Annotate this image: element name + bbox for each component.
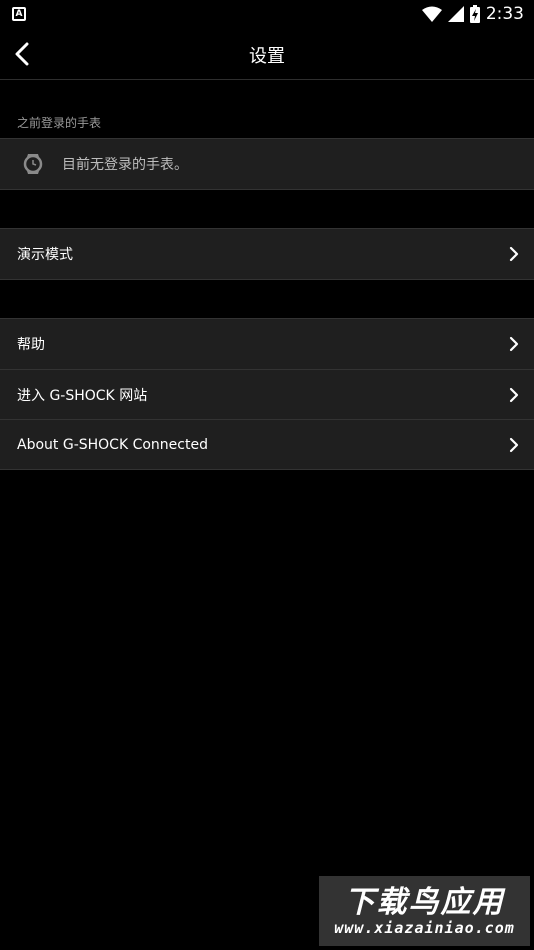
menu-item-gshock-website[interactable]: 进入 G-SHOCK 网站 — [0, 369, 534, 419]
page-title: 设置 — [249, 46, 285, 67]
notification-icon: A — [12, 7, 26, 21]
settings-screen: A 2:33 设置 之前登录的手表 目前无登录的手表。 演示模式 帮助 进入 G… — [0, 0, 534, 950]
menu-item-about[interactable]: About G-SHOCK Connected — [0, 419, 534, 469]
watermark-title: 下载鸟应用 — [344, 884, 505, 920]
battery-charging-icon — [469, 5, 480, 23]
status-right: 2:33 — [421, 4, 524, 24]
registered-watches-label: 之前登录的手表 — [17, 116, 102, 130]
chevron-right-icon — [509, 387, 519, 403]
signal-icon — [447, 6, 464, 22]
menu-item-label: 进入 G-SHOCK 网站 — [17, 387, 148, 404]
status-bar: A 2:33 — [0, 0, 534, 28]
chevron-right-icon — [509, 437, 519, 453]
chevron-right-icon — [509, 246, 519, 262]
menu-item-help[interactable]: 帮助 — [0, 319, 534, 369]
wifi-icon — [421, 6, 442, 22]
demo-group: 演示模式 — [0, 228, 534, 280]
watch-icon — [23, 154, 43, 174]
status-left: A — [12, 7, 26, 21]
watermark-url: www.xiazainiao.com — [334, 918, 515, 937]
menu-item-label: About G-SHOCK Connected — [17, 436, 208, 453]
menu-item-label: 演示模式 — [17, 247, 73, 263]
app-bar: 设置 — [0, 28, 534, 80]
status-time: 2:33 — [485, 4, 524, 24]
no-watch-row: 目前无登录的手表。 — [0, 139, 534, 189]
menu-item-label: 帮助 — [17, 337, 45, 353]
info-group: 帮助 进入 G-SHOCK 网站 About G-SHOCK Connected — [0, 318, 534, 470]
menu-item-demo-mode[interactable]: 演示模式 — [0, 229, 534, 279]
chevron-right-icon — [509, 336, 519, 352]
registered-watches-group: 目前无登录的手表。 — [0, 138, 534, 190]
watermark-logo: 下载鸟应用 www.xiazainiao.com — [319, 876, 530, 946]
